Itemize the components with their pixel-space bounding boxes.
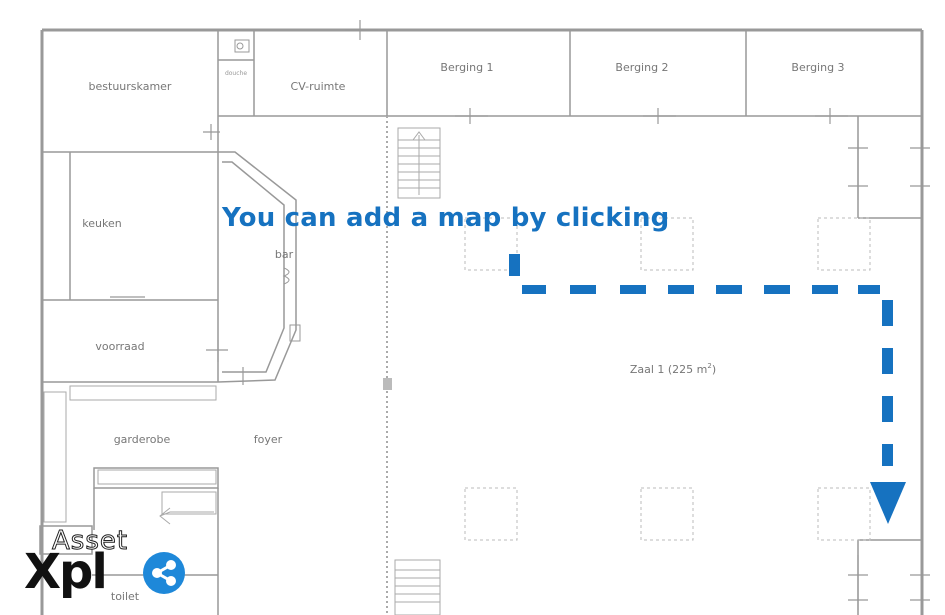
assetxplor-logo: Asset Xplr	[24, 526, 224, 608]
label-douche: douche	[225, 70, 247, 77]
arrow-head-icon	[870, 482, 906, 524]
label-zaal-1: Zaal 1 (225 m2)	[630, 362, 716, 376]
label-bar: bar	[275, 248, 294, 261]
label-bestuurskamer: bestuurskamer	[89, 80, 172, 93]
label-keuken: keuken	[82, 217, 121, 230]
label-garderobe: garderobe	[114, 433, 171, 446]
label-voorraad: voorraad	[95, 340, 144, 353]
wall-marker	[383, 378, 392, 390]
floor-plan: bestuurskamer douche CV-ruimte Berging 1…	[39, 20, 930, 615]
columns	[464, 217, 871, 541]
door-markers	[110, 20, 930, 610]
staircase-bottom	[394, 559, 441, 615]
map-hint-text: You can add a map by clicking	[222, 203, 670, 233]
label-berging-3: Berging 3	[791, 61, 844, 74]
staircase-top	[397, 127, 441, 199]
garderobe-rack	[43, 385, 217, 525]
label-berging-1: Berging 1	[440, 61, 493, 74]
label-cv-ruimte: CV-ruimte	[291, 80, 346, 93]
dashed-arrow	[509, 254, 906, 524]
label-foyer: foyer	[254, 433, 283, 446]
share-icon	[143, 552, 185, 594]
label-berging-2: Berging 2	[615, 61, 668, 74]
